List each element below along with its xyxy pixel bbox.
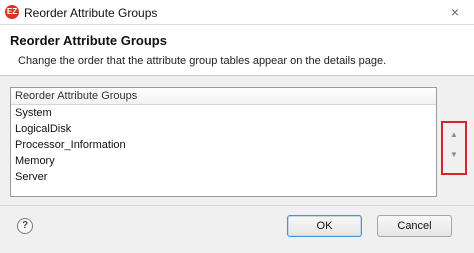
title-bar: EZ Reorder Attribute Groups ×	[0, 0, 474, 25]
table-row[interactable]: LogicalDisk	[11, 121, 436, 137]
cancel-button[interactable]: Cancel	[377, 215, 452, 237]
ok-button[interactable]: OK	[287, 215, 362, 237]
dialog-description: Change the order that the attribute grou…	[18, 55, 387, 67]
reorder-controls: ▲ ▼	[441, 121, 467, 175]
dialog-footer: ? OK Cancel	[0, 205, 474, 253]
move-down-icon[interactable]: ▼	[443, 150, 465, 160]
move-up-icon[interactable]: ▲	[443, 130, 465, 140]
attribute-groups-table[interactable]: Reorder Attribute Groups System LogicalD…	[10, 87, 437, 197]
window-title: Reorder Attribute Groups	[24, 6, 158, 20]
dialog-title: Reorder Attribute Groups	[10, 33, 167, 48]
table-column-header[interactable]: Reorder Attribute Groups	[11, 88, 436, 105]
close-icon[interactable]: ×	[440, 3, 470, 21]
app-logo-icon: EZ	[5, 5, 19, 19]
table-row[interactable]: Memory	[11, 153, 436, 169]
help-icon[interactable]: ?	[17, 218, 33, 234]
table-row[interactable]: Processor_Information	[11, 137, 436, 153]
table-row[interactable]: System	[11, 105, 436, 121]
dialog-header: Reorder Attribute Groups Change the orde…	[0, 25, 474, 76]
table-row[interactable]: Server	[11, 169, 436, 185]
